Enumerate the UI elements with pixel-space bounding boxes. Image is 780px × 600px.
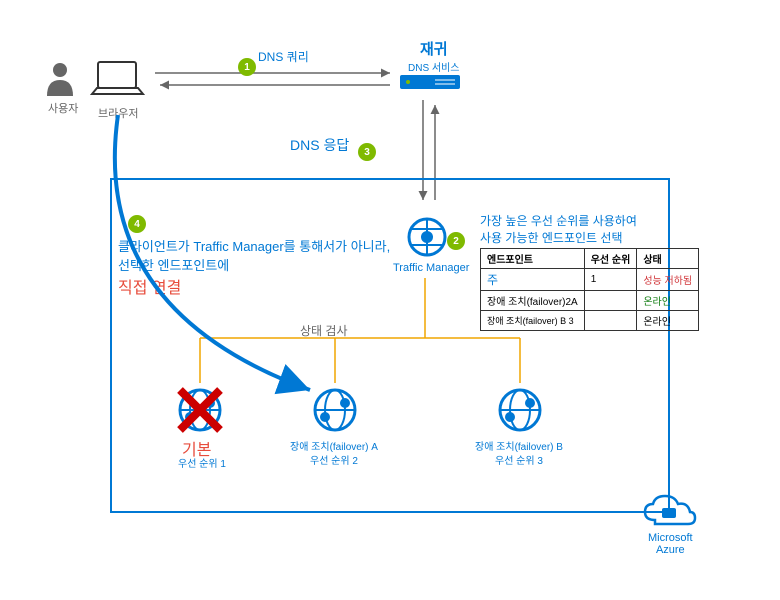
user-icon [45,62,75,101]
traffic-manager-label: Traffic Manager [393,262,469,274]
step-1-badge: 1 [238,58,256,76]
azure-label-1: Microsoft [648,532,693,544]
th-status: 상태 [637,249,699,269]
step-2-badge: 2 [447,232,465,250]
priority-line1: 가장 높은 우선 순위를 사용하여 [480,212,637,229]
browser-icon [90,60,145,105]
endpoint-failover-a [310,385,360,440]
priority-select-text: 가장 높은 우선 순위를 사용하여 사용 가능한 엔드포인트 선택 [480,212,637,246]
traffic-manager-diagram: 사용자 브라우저 재귀 DNS 서비스 DNS 쿼리 1 [0,0,780,600]
cell-status: 성능 저하됨 [637,269,699,291]
endpoint-failover-b [495,385,545,440]
priority-line2: 사용 가능한 엔드포인트 선택 [480,229,637,246]
th-endpoint: 엔드포인트 [481,249,585,269]
cell-priority: 1 [584,269,637,291]
direct-connect-arrow [110,110,370,405]
azure-cloud-icon [640,490,700,535]
failover-a-priority: 우선 순위 2 [310,452,358,467]
recursive-dns-subtitle: DNS 서비스 [408,59,460,74]
failover-b-priority: 우선 순위 3 [495,452,543,467]
traffic-manager-icon [405,215,450,265]
failover-a-label: 장애 조치(failover) A [290,438,378,453]
cell-status: 온라인 [637,291,699,311]
failover-b-label: 장애 조치(failover) B [475,438,563,453]
cell-priority [584,311,637,331]
primary-priority: 우선 순위 1 [178,455,226,470]
recursive-dns-title: 재귀 [408,38,460,59]
recursive-dns-label: 재귀 DNS 서비스 [408,38,460,74]
cell-status: 온라인 [637,311,699,331]
azure-label: Microsoft Azure [648,532,693,556]
arrow-dns-query [150,65,400,100]
th-priority: 우선 순위 [584,249,637,269]
azure-label-2: Azure [648,544,693,556]
cell-priority [584,291,637,311]
dns-query-label: DNS 쿼리 [258,48,309,65]
endpoint-primary [175,385,225,440]
cross-out-icon [175,385,225,435]
user-label: 사용자 [48,100,78,116]
dns-server-icon [400,75,460,96]
